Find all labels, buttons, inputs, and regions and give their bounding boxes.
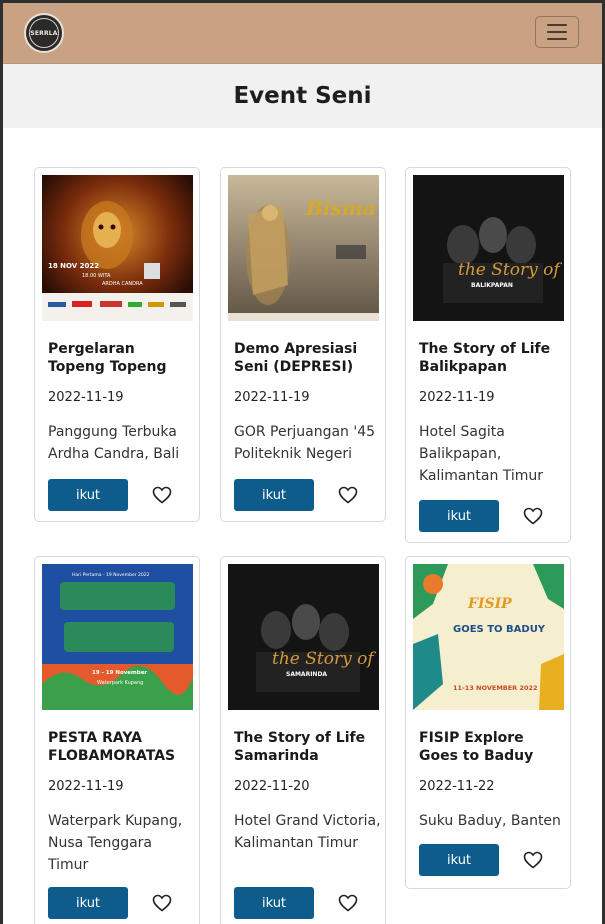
poster-city: BALIKPAPAN [471, 282, 513, 289]
event-title: FISIP Explore Goes to Baduy [419, 730, 534, 764]
title-band: Event Seni [3, 64, 602, 128]
favorite-heart-icon[interactable] [523, 851, 543, 869]
poster-venue: Waterpark Kupang [97, 680, 143, 686]
favorite-heart-icon[interactable] [152, 486, 172, 504]
menu-toggle-button[interactable] [535, 16, 579, 48]
brand-logo[interactable]: SERRLA [24, 13, 64, 53]
event-poster-image[interactable]: Hari Pertama - 19 November 2022 19 - 19 … [42, 564, 193, 710]
event-card: Hari Pertama - 19 November 2022 19 - 19 … [34, 556, 200, 924]
favorite-heart-icon[interactable] [523, 507, 543, 525]
event-date: 2022-11-22 [419, 779, 495, 794]
event-location: Panggung Terbuka Ardha Candra, Bali [48, 424, 180, 462]
poster-script: the Story of Life [458, 260, 564, 280]
poster-bisma: Bisma [228, 175, 379, 321]
logo-text: SERRLA [30, 29, 58, 37]
ikut-button[interactable]: ikut [419, 844, 499, 876]
poster-fisip-baduy: FISIP GOES TO BADUY 11-13 NOVEMBER 2022 [413, 564, 564, 710]
hamburger-icon-bar [547, 31, 567, 33]
poster-header: Hari Pertama - 19 November 2022 [72, 572, 150, 578]
page: SERRLA Event Seni 18 NOV 2022 18.00 WITA… [3, 3, 602, 924]
favorite-heart-icon[interactable] [152, 894, 172, 912]
event-location: Hotel Grand Victoria, Kalimantan Timur [234, 813, 381, 851]
ikut-button[interactable]: ikut [419, 500, 499, 532]
poster-title: Bisma [305, 196, 376, 220]
event-poster-image[interactable]: Bisma [228, 175, 379, 321]
event-date: 2022-11-19 [48, 390, 124, 405]
poster-line1: GOES TO BADUY [453, 624, 546, 635]
hamburger-icon-bar [547, 38, 567, 40]
logo-ring: SERRLA [29, 18, 59, 48]
hamburger-icon-bar [547, 24, 567, 26]
ikut-button[interactable]: ikut [234, 887, 314, 919]
event-date: 2022-11-19 [419, 390, 495, 405]
event-poster-image[interactable]: the Story of Life SAMARINDA [228, 564, 379, 710]
event-poster-image[interactable]: the Story of Life BALIKPAPAN [413, 175, 564, 321]
event-card: Bisma Demo Apresiasi Seni (DEPRESI) 2022… [220, 167, 386, 522]
event-title: The Story of Life Balikpapan [419, 341, 551, 375]
ikut-button[interactable]: ikut [48, 479, 128, 511]
event-title: PESTA RAYA FLOBAMORATAS [48, 730, 176, 764]
event-location: Suku Baduy, Banten [419, 813, 561, 829]
ikut-button[interactable]: ikut [48, 887, 128, 919]
poster-story-balikpapan: the Story of Life BALIKPAPAN [413, 175, 564, 321]
event-title: The Story of Life Samarinda [234, 730, 366, 764]
poster-topeng: 18 NOV 2022 18.00 WITA ARDHA CANDRA [42, 175, 193, 321]
event-date: 2022-11-19 [234, 390, 310, 405]
event-card: the Story of Life SAMARINDA The Story of… [220, 556, 386, 924]
poster-dates: 11-13 NOVEMBER 2022 [453, 684, 538, 692]
event-poster-image[interactable]: 18 NOV 2022 18.00 WITA ARDHA CANDRA [42, 175, 193, 321]
event-title: Demo Apresiasi Seni (DEPRESI) [234, 341, 358, 375]
page-title: Event Seni [233, 83, 372, 109]
event-card: the Story of Life BALIKPAPAN The Story o… [405, 167, 571, 543]
event-location: Hotel Sagita Balikpapan, Kalimantan Timu… [419, 424, 544, 484]
poster-time: 18.00 WITA [82, 273, 111, 279]
poster-story-samarinda: the Story of Life SAMARINDA [228, 564, 379, 710]
ikut-button[interactable]: ikut [234, 479, 314, 511]
poster-pesta-raya: Hari Pertama - 19 November 2022 19 - 19 … [42, 564, 193, 710]
event-card: 18 NOV 2022 18.00 WITA ARDHA CANDRA Perg… [34, 167, 200, 522]
poster-dates: 19 - 19 November [92, 670, 147, 676]
navbar: SERRLA [3, 3, 602, 64]
poster-place: ARDHA CANDRA [102, 281, 143, 287]
event-title: Pergelaran Topeng Topeng [48, 341, 167, 375]
favorite-heart-icon[interactable] [338, 486, 358, 504]
event-location: GOR Perjuangan '45 Politeknik Negeri [234, 424, 376, 462]
poster-title: FISIP [467, 596, 512, 612]
event-date: 2022-11-20 [234, 779, 310, 794]
event-date: 2022-11-19 [48, 779, 124, 794]
event-card: FISIP GOES TO BADUY 11-13 NOVEMBER 2022 … [405, 556, 571, 889]
favorite-heart-icon[interactable] [338, 894, 358, 912]
poster-city: SAMARINDA [286, 671, 327, 678]
poster-script: the Story of Life [272, 649, 379, 669]
event-poster-image[interactable]: FISIP GOES TO BADUY 11-13 NOVEMBER 2022 [413, 564, 564, 710]
event-location: Waterpark Kupang, Nusa Tenggara Timur [48, 813, 183, 873]
poster-date: 18 NOV 2022 [48, 262, 99, 270]
